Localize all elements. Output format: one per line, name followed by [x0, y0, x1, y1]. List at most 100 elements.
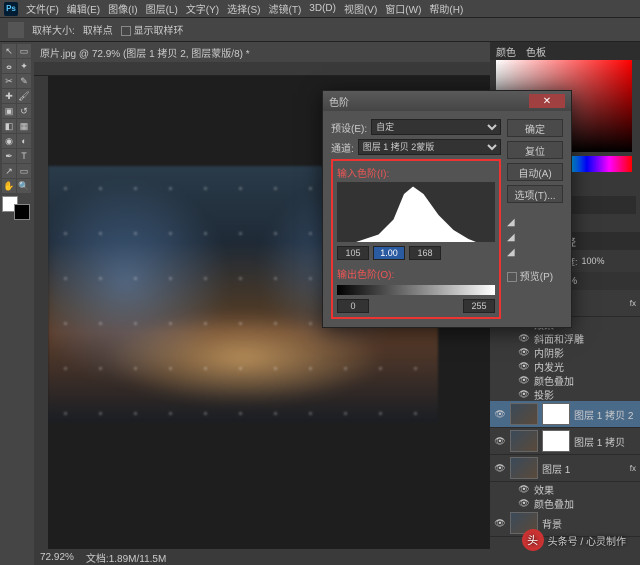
app-icon: Ps: [4, 2, 18, 16]
fx-item[interactable]: 👁内发光: [490, 359, 640, 373]
gradient-tool[interactable]: ▦: [17, 119, 31, 133]
pen-tool[interactable]: ✒: [2, 149, 16, 163]
lasso-tool[interactable]: ⴰ: [2, 59, 16, 73]
tab-swatches[interactable]: 色板: [526, 44, 546, 59]
layer-name: 图层 1: [542, 461, 570, 476]
menu-edit[interactable]: 编辑(E): [63, 1, 104, 16]
menu-filter[interactable]: 滤镜(T): [265, 1, 306, 16]
eyedropper-white-icon[interactable]: ◢: [507, 247, 563, 258]
visibility-icon[interactable]: 👁: [494, 517, 506, 529]
visibility-icon[interactable]: 👁: [494, 408, 506, 420]
auto-button[interactable]: 自动(A): [507, 163, 563, 181]
preset-label: 预设(E):: [331, 120, 367, 135]
menu-layer[interactable]: 图层(L): [142, 1, 182, 16]
document-tab[interactable]: 原片.jpg @ 72.9% (图层 1 拷贝 2, 图层蒙版/8) *: [34, 42, 490, 62]
brush-tool[interactable]: 🖌: [17, 89, 31, 103]
fx-item[interactable]: 👁颜色叠加: [490, 373, 640, 387]
menu-window[interactable]: 窗口(W): [381, 1, 425, 16]
ruler-vertical: [34, 76, 48, 549]
layer-name: 图层 1 拷贝: [574, 434, 625, 449]
watermark: 头 头条号 / 心灵制作: [522, 529, 626, 551]
visibility-icon[interactable]: 👁: [518, 483, 530, 495]
cancel-button[interactable]: 复位: [507, 141, 563, 159]
visibility-icon[interactable]: 👁: [518, 332, 530, 344]
histogram[interactable]: [337, 182, 495, 242]
blur-tool[interactable]: ◉: [2, 134, 16, 148]
status-bar: 72.92% 文档:1.89M/11.5M: [34, 549, 490, 565]
eyedropper-tool[interactable]: ✎: [17, 74, 31, 88]
layer-row[interactable]: 👁 图层 1 拷贝: [490, 428, 640, 455]
input-levels-label: 输入色阶(I):: [337, 165, 495, 180]
mask-thumb: [542, 430, 570, 452]
menu-type[interactable]: 文字(Y): [182, 1, 223, 16]
layer-list: 👁图层 2fx👁效果👁斜面和浮雕👁内阴影👁内发光👁颜色叠加👁投影👁图层 1 拷贝…: [490, 290, 640, 565]
layer-thumb: [510, 457, 538, 479]
ok-button[interactable]: 确定: [507, 119, 563, 137]
shape-tool[interactable]: ▭: [17, 164, 31, 178]
dodge-tool[interactable]: ◐: [17, 134, 31, 148]
zoom-tool[interactable]: 🔍: [17, 179, 31, 193]
hand-tool[interactable]: ✋: [2, 179, 16, 193]
fx-item[interactable]: 👁投影: [490, 387, 640, 401]
preview-checkbox[interactable]: [507, 272, 517, 282]
output-highlight[interactable]: [463, 299, 495, 313]
layer-row[interactable]: 👁图层 1 拷贝 2: [490, 401, 640, 428]
heal-tool[interactable]: ✚: [2, 89, 16, 103]
type-tool[interactable]: T: [17, 149, 31, 163]
options-button[interactable]: 选项(T)...: [507, 185, 563, 203]
zoom-level[interactable]: 72.92%: [40, 552, 74, 563]
preview-label: 预览(P): [520, 272, 553, 283]
fx-item[interactable]: 👁内阴影: [490, 345, 640, 359]
layer-thumb: [510, 430, 538, 452]
visibility-icon[interactable]: 👁: [494, 435, 506, 447]
channel-select[interactable]: 图层 1 拷贝 2蒙版: [358, 139, 501, 155]
sample-size-value[interactable]: 取样点: [83, 22, 113, 37]
close-button[interactable]: ✕: [529, 94, 565, 108]
output-gradient[interactable]: [337, 285, 495, 295]
wand-tool[interactable]: ✦: [17, 59, 31, 73]
input-gamma[interactable]: [373, 246, 405, 260]
layer-row[interactable]: 👁 图层 1 fx: [490, 455, 640, 482]
levels-dialog: 色阶 ✕ 预设(E):自定 通道:图层 1 拷贝 2蒙版 输入色阶(I): 输出…: [322, 90, 572, 328]
menu-view[interactable]: 视图(V): [340, 1, 381, 16]
path-tool[interactable]: ↗: [2, 164, 16, 178]
fx-item[interactable]: 👁颜色叠加: [490, 496, 640, 510]
stamp-tool[interactable]: ▣: [2, 104, 16, 118]
menu-image[interactable]: 图像(I): [104, 1, 141, 16]
toolbox: ↖▭ ⴰ✦ ✂✎ ✚🖌 ▣↺ ◧▦ ◉◐ ✒T ↗▭ ✋🔍: [0, 42, 34, 565]
layer-thumb: [510, 403, 538, 425]
eyedropper-black-icon[interactable]: ◢: [507, 217, 563, 228]
marquee-tool[interactable]: ▭: [17, 44, 31, 58]
opacity-value[interactable]: 100%: [582, 256, 605, 266]
input-shadow[interactable]: [337, 246, 369, 260]
tab-color[interactable]: 颜色: [496, 44, 516, 59]
sample-ring-checkbox[interactable]: 显示取样环: [121, 22, 184, 37]
move-tool[interactable]: ↖: [2, 44, 16, 58]
visibility-icon[interactable]: 👁: [494, 462, 506, 474]
fx-badge[interactable]: fx: [630, 299, 636, 308]
menu-select[interactable]: 选择(S): [223, 1, 264, 16]
fx-badge[interactable]: fx: [630, 464, 636, 473]
highlight-box: 输入色阶(I): 输出色阶(O):: [331, 159, 501, 319]
fx-item[interactable]: 👁效果: [490, 482, 640, 496]
visibility-icon[interactable]: 👁: [518, 497, 530, 509]
eyedropper-gray-icon[interactable]: ◢: [507, 232, 563, 243]
eraser-tool[interactable]: ◧: [2, 119, 16, 133]
fx-item[interactable]: 👁斜面和浮雕: [490, 331, 640, 345]
visibility-icon[interactable]: 👁: [518, 374, 530, 386]
crop-tool[interactable]: ✂: [2, 74, 16, 88]
visibility-icon[interactable]: 👁: [518, 388, 530, 400]
menu-3d[interactable]: 3D(D): [305, 3, 340, 14]
history-brush-tool[interactable]: ↺: [17, 104, 31, 118]
input-highlight[interactable]: [409, 246, 441, 260]
menu-file[interactable]: 文件(F): [22, 1, 63, 16]
menu-help[interactable]: 帮助(H): [425, 1, 467, 16]
document-info: 文档:1.89M/11.5M: [86, 550, 166, 565]
visibility-icon[interactable]: 👁: [518, 360, 530, 372]
output-shadow[interactable]: [337, 299, 369, 313]
preset-select[interactable]: 自定: [371, 119, 501, 135]
background-swatch[interactable]: [14, 204, 30, 220]
eyedropper-icon[interactable]: [8, 22, 24, 38]
visibility-icon[interactable]: 👁: [518, 346, 530, 358]
color-swatches[interactable]: [2, 196, 30, 220]
